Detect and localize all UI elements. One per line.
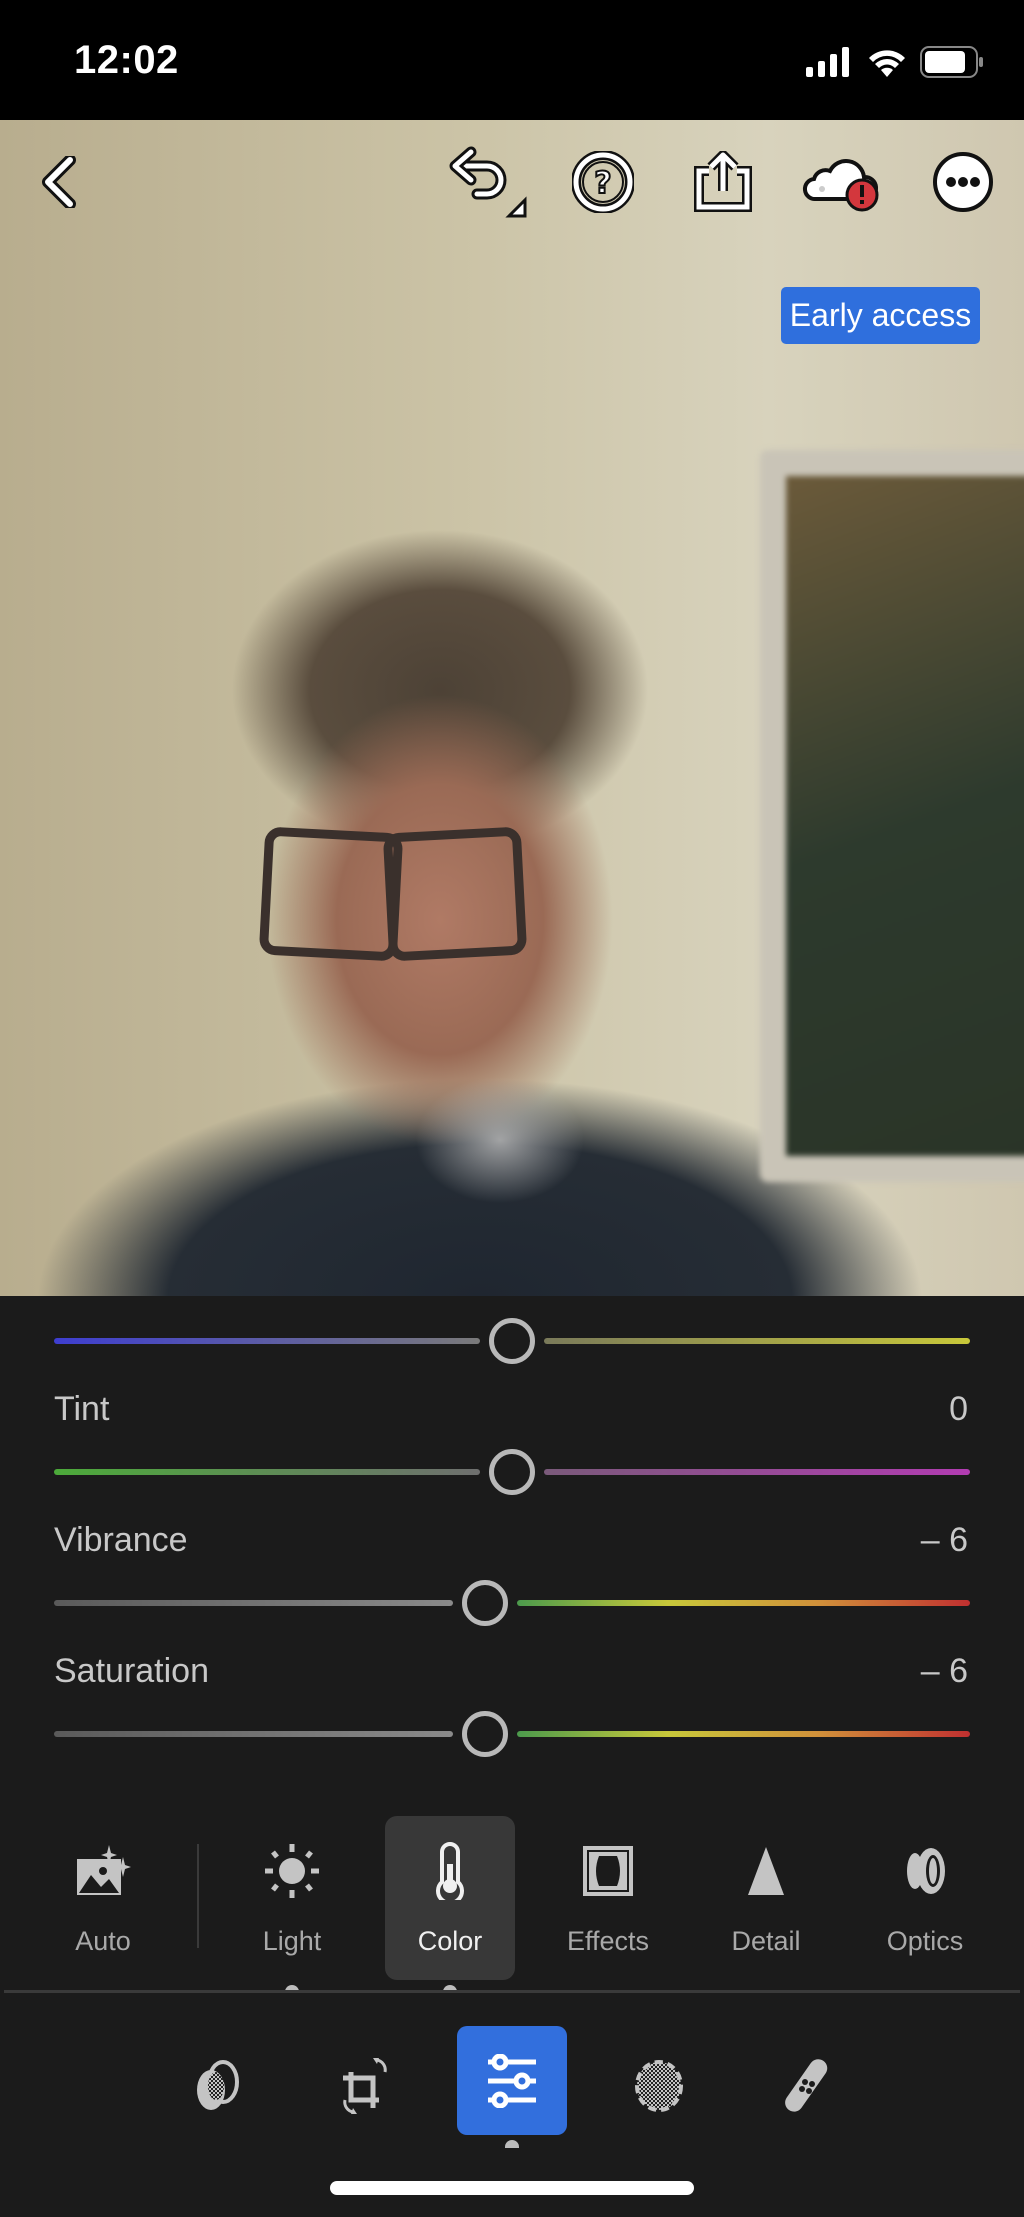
slider-tint-track-left	[54, 1469, 480, 1475]
tool-auto[interactable]: Auto	[38, 1816, 168, 1980]
share-icon	[694, 151, 752, 212]
back-button[interactable]	[28, 150, 92, 214]
early-access-badge[interactable]: Early access	[781, 287, 980, 344]
tool-effects[interactable]: Effects	[543, 1816, 673, 1980]
auto-enhance-icon	[77, 1845, 131, 1895]
tool-light[interactable]: Light	[227, 1816, 357, 1980]
tool-color[interactable]: Color	[385, 1816, 515, 1980]
tool-color-label: Color	[417, 1926, 483, 1956]
cloud-sync-button[interactable]	[802, 150, 886, 214]
back-chevron-icon	[42, 156, 76, 208]
crop-rotate-icon	[343, 2058, 387, 2114]
slider-tint-track-right	[544, 1469, 970, 1475]
tool-optics[interactable]: Optics	[860, 1816, 990, 1980]
picture-frame	[760, 450, 1024, 1182]
tool-effects-label: Effects	[566, 1926, 650, 1956]
slider-temp-thumb[interactable]	[489, 1318, 535, 1364]
thermometer-icon	[436, 1842, 464, 1900]
tool-auto-label: Auto	[75, 1926, 131, 1956]
triangle-sharpen-icon	[748, 1847, 784, 1895]
home-indicator	[330, 2181, 694, 2195]
vignette-frame-icon	[583, 1846, 633, 1896]
slider-saturation-track-left	[54, 1731, 453, 1737]
healing-button[interactable]	[767, 2046, 847, 2126]
svg-text:?: ?	[594, 166, 611, 201]
tool-light-label: Light	[262, 1926, 322, 1956]
sun-icon	[265, 1844, 319, 1898]
undo-icon	[449, 146, 527, 218]
slider-saturation-value[interactable]: – 6	[921, 1652, 968, 1691]
cloud-sync-error-icon	[803, 159, 879, 212]
tool-optics-label: Optics	[886, 1926, 964, 1956]
slider-saturation-thumb[interactable]	[461, 1711, 508, 1757]
more-icon	[933, 152, 993, 212]
undo-button[interactable]	[448, 146, 534, 218]
sliders-icon	[488, 2053, 536, 2109]
slider-vibrance-thumb[interactable]	[461, 1580, 508, 1626]
slider-temp-track[interactable]	[54, 1318, 970, 1364]
tool-detail-label: Detail	[731, 1926, 801, 1956]
status-time: 12:02	[74, 38, 179, 82]
slider-tint-value[interactable]: 0	[949, 1390, 968, 1429]
slider-vibrance-track-right	[516, 1600, 970, 1606]
presets-button[interactable]	[177, 2046, 257, 2126]
more-button[interactable]	[931, 150, 995, 214]
lens-icon	[907, 1848, 945, 1894]
slider-tint-track[interactable]	[54, 1449, 970, 1495]
slider-temp-track-right	[544, 1338, 970, 1344]
masking-icon	[635, 2060, 683, 2112]
battery-icon	[920, 46, 983, 78]
slider-temp-track-left	[54, 1338, 480, 1344]
slider-saturation-track[interactable]	[54, 1711, 970, 1757]
slider-tint-thumb[interactable]	[489, 1449, 535, 1495]
cellular-signal-icon	[806, 47, 849, 77]
share-button[interactable]	[691, 150, 755, 214]
edit-category-bar: Auto Light Color Effects Detail Optics	[0, 1816, 1024, 1984]
slider-vibrance-track-left	[54, 1600, 453, 1606]
status-bar: 12:02	[0, 0, 1024, 120]
slider-vibrance-label: Vibrance	[54, 1521, 188, 1559]
glasses-right-lens	[382, 826, 528, 962]
wifi-icon	[869, 50, 905, 77]
slider-tint-label: Tint	[54, 1390, 110, 1428]
bandage-icon	[785, 2059, 828, 2112]
edit-button[interactable]	[457, 2026, 567, 2135]
slider-vibrance-value[interactable]: – 6	[921, 1521, 968, 1560]
category-separator	[4, 1990, 1020, 1993]
slider-saturation-label: Saturation	[54, 1652, 209, 1690]
crop-button[interactable]	[325, 2046, 405, 2126]
presets-icon	[197, 2060, 239, 2110]
tool-detail[interactable]: Detail	[701, 1816, 831, 1980]
help-icon: ?	[572, 151, 634, 213]
slider-saturation-track-right	[516, 1731, 970, 1737]
slider-vibrance-track[interactable]	[54, 1580, 970, 1626]
masking-button[interactable]	[619, 2046, 699, 2126]
edit-active-indicator	[505, 2140, 519, 2148]
help-button[interactable]: ?	[571, 150, 635, 214]
glasses-left-lens	[258, 826, 404, 962]
